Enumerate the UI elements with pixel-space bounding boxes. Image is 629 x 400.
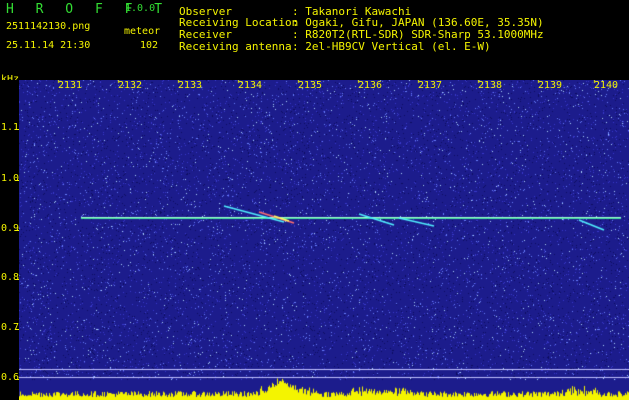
freq-tick-1.0: 1.0 [1,173,20,184]
location-value: : Ogaki, Gifu, JAPAN (136.60E, 35.35N) [292,16,544,29]
time-tick-2140: 2140 [594,80,619,91]
time-tick-2139: 2139 [538,80,563,91]
receiver-label: Receiver [179,28,232,41]
location-label: Receiving Location [179,16,299,29]
header-panel: H R O F F T 1.0.0 2511142130.png meteor … [0,0,629,85]
spectrogram-canvas [19,80,629,400]
freq-tick-0.9: 0.9 [1,223,20,234]
meteor-label: meteor [124,26,161,37]
file-datetime: 25.11.14 21:30 [6,40,91,51]
time-tick-2134: 2134 [238,80,263,91]
freq-tick-0.8: 0.8 [1,272,20,283]
receiver-value: : R820T2(RTL-SDR) SDR-Sharp 53.1000MHz [292,28,544,41]
time-tick-2132: 2132 [118,80,143,91]
antenna-value: : 2el-HB9CV Vertical (el. E-W) [292,40,491,53]
meteor-count: 102 [140,40,159,51]
time-tick-2133: 2133 [178,80,203,91]
time-tick-2138: 2138 [478,80,503,91]
time-tick-2131: 2131 [58,80,83,91]
antenna-label: Receiving antenna [179,40,292,53]
freq-tick-1.1: 1.1 [1,122,20,133]
freq-tick-0.6: 0.6 [1,372,20,383]
file-name: 2511142130.png [6,21,91,32]
app-version: 1.0.0 [125,3,156,14]
frequency-axis: 1.1 1.0 0.9 0.8 0.7 0.6 [0,80,19,400]
time-tick-2135: 2135 [298,80,323,91]
freq-tick-0.7: 0.7 [1,322,20,333]
time-tick-2137: 2137 [418,80,443,91]
time-tick-2136: 2136 [358,80,383,91]
